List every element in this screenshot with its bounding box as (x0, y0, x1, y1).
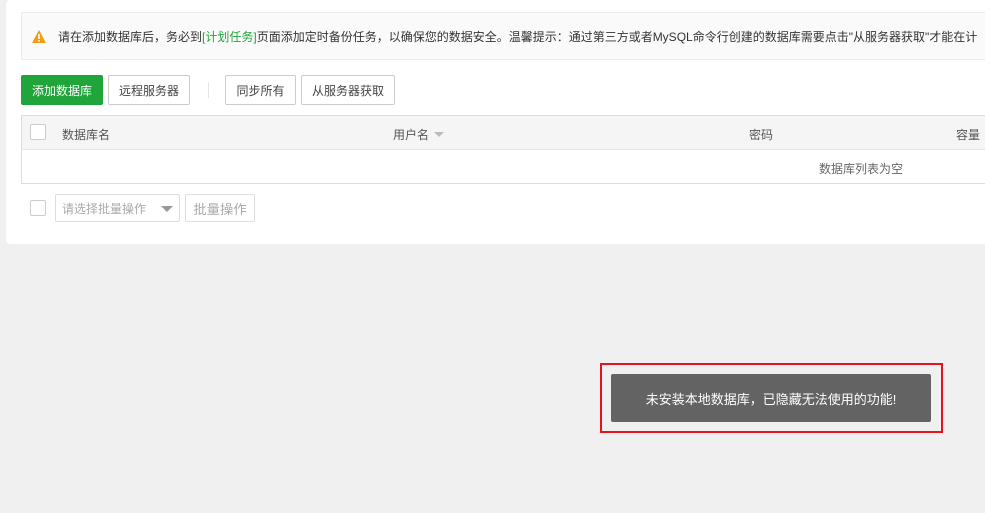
batch-operation-button[interactable]: 批量操作 (185, 194, 255, 222)
sort-caret-icon (434, 132, 445, 137)
column-password: 密码 (749, 128, 774, 142)
add-database-button[interactable]: 添加数据库 (21, 75, 103, 105)
sync-all-button[interactable]: 同步所有 (225, 75, 296, 105)
select-all-checkbox[interactable] (30, 124, 46, 140)
column-username[interactable]: 用户名 (393, 126, 445, 143)
batch-operation-select[interactable]: 请选择批量操作 (55, 194, 180, 222)
table-header: 数据库名 用户名 密码 容量 (22, 116, 985, 150)
column-capacity: 容量 (956, 128, 981, 142)
warning-icon (32, 29, 46, 43)
batch-select-placeholder: 请选择批量操作 (62, 201, 147, 216)
batch-select-checkbox[interactable] (30, 200, 46, 216)
database-table: 数据库名 用户名 密码 容量 数据库列表为空 (21, 115, 985, 184)
cron-task-link[interactable]: [计划任务] (202, 28, 257, 45)
toolbar-divider (208, 82, 209, 98)
backup-notice: 请在添加数据库后，务必到 [计划任务] 页面添加定时备份任务，以确保您的数据安全。温… (21, 12, 985, 60)
remote-server-button[interactable]: 远程服务器 (108, 75, 190, 105)
notice-text-before: 请在添加数据库后，务必到 (58, 29, 203, 44)
fetch-from-server-button[interactable]: 从服务器获取 (301, 75, 395, 105)
toast-message: 未安装本地数据库，已隐藏无法使用的功能! (611, 374, 931, 422)
notice-text-after: 页面添加定时备份任务，以确保您的数据安全。温馨提示：通过第三方或者MySQL命令… (256, 29, 978, 44)
empty-list-message: 数据库列表为空 (819, 162, 904, 176)
chevron-down-icon (161, 206, 173, 212)
column-database-name: 数据库名 (62, 128, 111, 142)
column-username-label: 用户名 (393, 128, 430, 142)
